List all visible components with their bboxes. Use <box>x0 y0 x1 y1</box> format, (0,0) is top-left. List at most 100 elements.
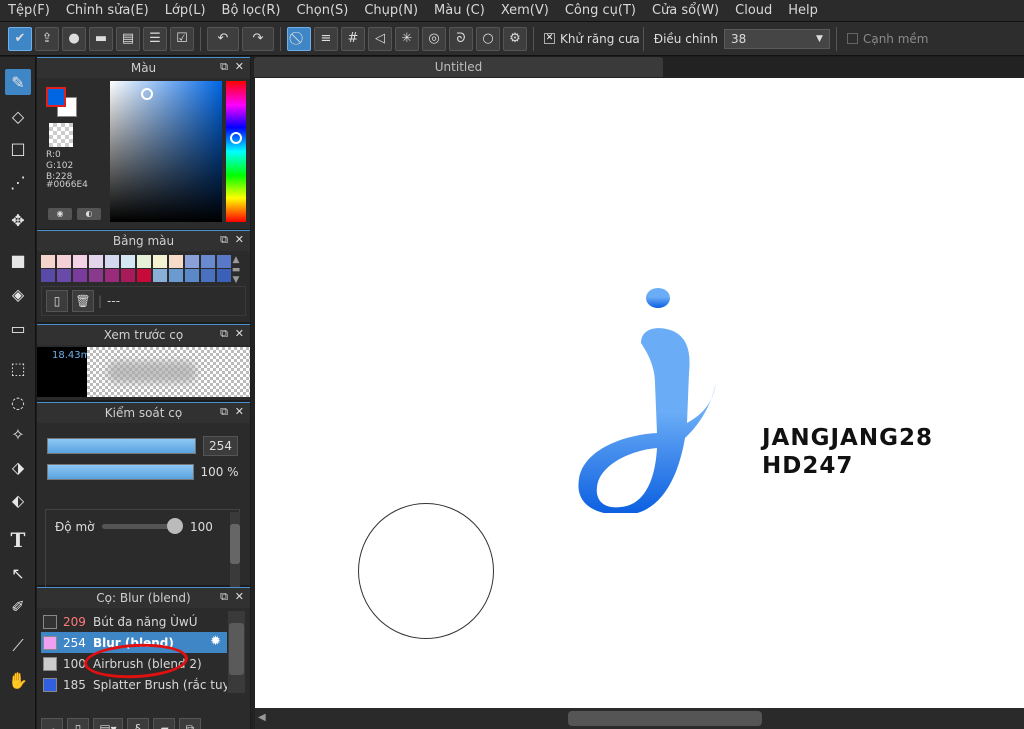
menu-item[interactable]: Chọn(S) <box>288 3 356 18</box>
transparent-swatch[interactable] <box>49 123 73 147</box>
lasso-tool-icon[interactable]: ◌ <box>5 389 31 415</box>
palette-swatch[interactable] <box>153 255 167 268</box>
operation-tool-icon[interactable]: ↖ <box>5 560 31 586</box>
brush-size-value[interactable]: 254 <box>203 436 238 456</box>
eyedropper-tool-icon[interactable]: ⟋ <box>5 633 31 659</box>
brush-list-item[interactable]: 100 Airbrush (blend 2) <box>41 653 227 674</box>
brush-list-item-selected[interactable]: 254 Blur (blend) ✹ <box>41 632 227 653</box>
color-picker-button[interactable]: ◉ <box>48 208 72 220</box>
circle-snap-icon[interactable]: ○ <box>476 26 500 51</box>
palette-swatch[interactable] <box>185 269 199 282</box>
grid-snap-icon[interactable]: # <box>341 26 365 51</box>
add-brush-dropdown-icon[interactable]: ▤▾ <box>93 718 123 729</box>
brush-settings-icon[interactable]: § <box>127 718 149 729</box>
eraser-tool-icon[interactable]: ◇ <box>5 103 31 129</box>
radial-snap-icon[interactable]: ✳ <box>395 26 419 51</box>
menu-item[interactable]: Chụp(N) <box>356 3 426 18</box>
menu-item[interactable]: Lớp(L) <box>157 3 214 18</box>
menu-item[interactable]: Công cụ(T) <box>557 3 644 18</box>
undock-icon[interactable]: ⧉ <box>220 405 228 419</box>
palette-swatch[interactable] <box>137 255 151 268</box>
palette-swatch[interactable] <box>41 269 55 282</box>
snap-settings-gear-icon[interactable]: ⚙ <box>503 26 527 51</box>
palette-swatch[interactable] <box>89 255 103 268</box>
dot-line-tool-icon[interactable]: ⋰ <box>5 169 31 195</box>
menu-item[interactable]: Chỉnh sửa(E) <box>58 3 157 18</box>
close-icon[interactable]: ✕ <box>235 405 244 418</box>
fill-rect-tool-icon[interactable]: ■ <box>5 247 31 273</box>
menu-item[interactable]: Màu (C) <box>426 3 493 18</box>
palette-swatch[interactable] <box>73 255 87 268</box>
menu-item[interactable]: Xem(V) <box>493 3 557 18</box>
palette-swatch[interactable] <box>105 269 119 282</box>
brush-list-item[interactable]: 209 Bút đa năng ÙwÚ <box>41 611 227 632</box>
adjust-dropdown[interactable]: 38 ▼ <box>723 28 830 49</box>
cloud-brush-icon[interactable]: ☁ <box>41 718 63 729</box>
shape-tool-icon[interactable]: □ <box>5 135 31 161</box>
new-palette-icon[interactable]: ▯ <box>46 290 68 312</box>
palette-swatch[interactable] <box>185 255 199 268</box>
magic-wand-tool-icon[interactable]: ✧ <box>5 421 31 447</box>
page-icon[interactable]: ▤ <box>116 26 140 51</box>
parallel-snap-icon[interactable]: ≡ <box>314 26 338 51</box>
drawing-canvas[interactable]: JANGJANG28 HD247 <box>255 78 1024 708</box>
menu-item[interactable]: Help <box>780 3 826 18</box>
palette-swatch[interactable] <box>105 255 119 268</box>
brush-density-slider[interactable] <box>47 464 194 480</box>
brush-tool-icon[interactable]: ✎ <box>5 69 31 95</box>
curve-snap-icon[interactable]: ᘐ <box>449 26 473 51</box>
palette-scroll[interactable]: ▲ ▬ ▼ <box>228 255 244 285</box>
close-icon[interactable]: ✕ <box>235 590 244 603</box>
palette-swatch[interactable] <box>89 269 103 282</box>
menu-item[interactable]: Cloud <box>727 3 780 18</box>
layers-icon[interactable]: ☰ <box>143 26 167 51</box>
color-history-button[interactable]: ◐ <box>77 208 101 220</box>
brush-params-scroll-thumb[interactable] <box>230 524 240 564</box>
trash-icon[interactable]: 🗑 <box>72 290 94 312</box>
brush-list-scroll-thumb[interactable] <box>229 623 244 675</box>
select-eraser-tool-icon[interactable]: ⬖ <box>5 487 31 513</box>
text-tool-icon[interactable]: T <box>5 527 31 553</box>
palette-swatch[interactable] <box>137 269 151 282</box>
duplicate-icon[interactable]: ⧉ <box>179 718 201 729</box>
palette-swatch[interactable] <box>201 269 215 282</box>
divide-tool-icon[interactable]: ✐ <box>5 593 31 619</box>
hand-tool-icon[interactable]: ✋ <box>5 667 31 693</box>
palette-swatch[interactable] <box>57 255 71 268</box>
palette-swatch[interactable] <box>57 269 71 282</box>
gear-icon[interactable]: ✹ <box>210 634 221 649</box>
select-pen-tool-icon[interactable]: ⬗ <box>5 454 31 480</box>
opacity-slider-knob[interactable] <box>167 518 183 534</box>
perspective-snap-icon[interactable]: ◁ <box>368 26 392 51</box>
antialias-checkbox[interactable]: ✕ Khử răng cưa <box>544 32 640 46</box>
share-icon[interactable]: ⇪ <box>35 26 59 51</box>
soft-edge-checkbox[interactable]: Cạnh mềm <box>846 32 929 46</box>
folder-icon[interactable]: ▰ <box>153 718 175 729</box>
redo-icon[interactable]: ↷ <box>242 26 274 51</box>
horizontal-scroll-thumb[interactable] <box>568 711 762 726</box>
close-icon[interactable]: ✕ <box>235 60 244 73</box>
speech-bubble-icon[interactable]: ▬ <box>89 26 113 51</box>
palette-swatch[interactable] <box>153 269 167 282</box>
menu-item[interactable]: Bộ lọc(R) <box>214 3 289 18</box>
brush-list-scrollbar[interactable] <box>228 611 245 693</box>
snap-off-icon[interactable]: ⃠ <box>287 26 311 51</box>
brush-params-scrollbar[interactable] <box>230 512 240 590</box>
undock-icon[interactable]: ⧉ <box>220 327 228 341</box>
brush-size-slider[interactable] <box>47 438 196 454</box>
move-tool-icon[interactable]: ✥ <box>5 207 31 233</box>
comment-icon[interactable]: ● <box>62 26 86 51</box>
checklist-icon[interactable]: ☑ <box>170 26 194 51</box>
concentric-snap-icon[interactable]: ◎ <box>422 26 446 51</box>
palette-swatch[interactable] <box>121 269 135 282</box>
close-icon[interactable]: ✕ <box>235 233 244 246</box>
undock-icon[interactable]: ⧉ <box>220 590 228 604</box>
hue-slider[interactable] <box>226 81 246 222</box>
foreground-color-swatch[interactable] <box>46 87 66 107</box>
horizontal-scrollbar[interactable]: ◀ <box>255 708 1024 729</box>
saturation-value-picker[interactable] <box>110 81 222 222</box>
palette-swatch[interactable] <box>41 255 55 268</box>
undo-icon[interactable]: ↶ <box>207 26 239 51</box>
palette-swatch[interactable] <box>201 255 215 268</box>
gradient-tool-icon[interactable]: ▭ <box>5 315 31 341</box>
